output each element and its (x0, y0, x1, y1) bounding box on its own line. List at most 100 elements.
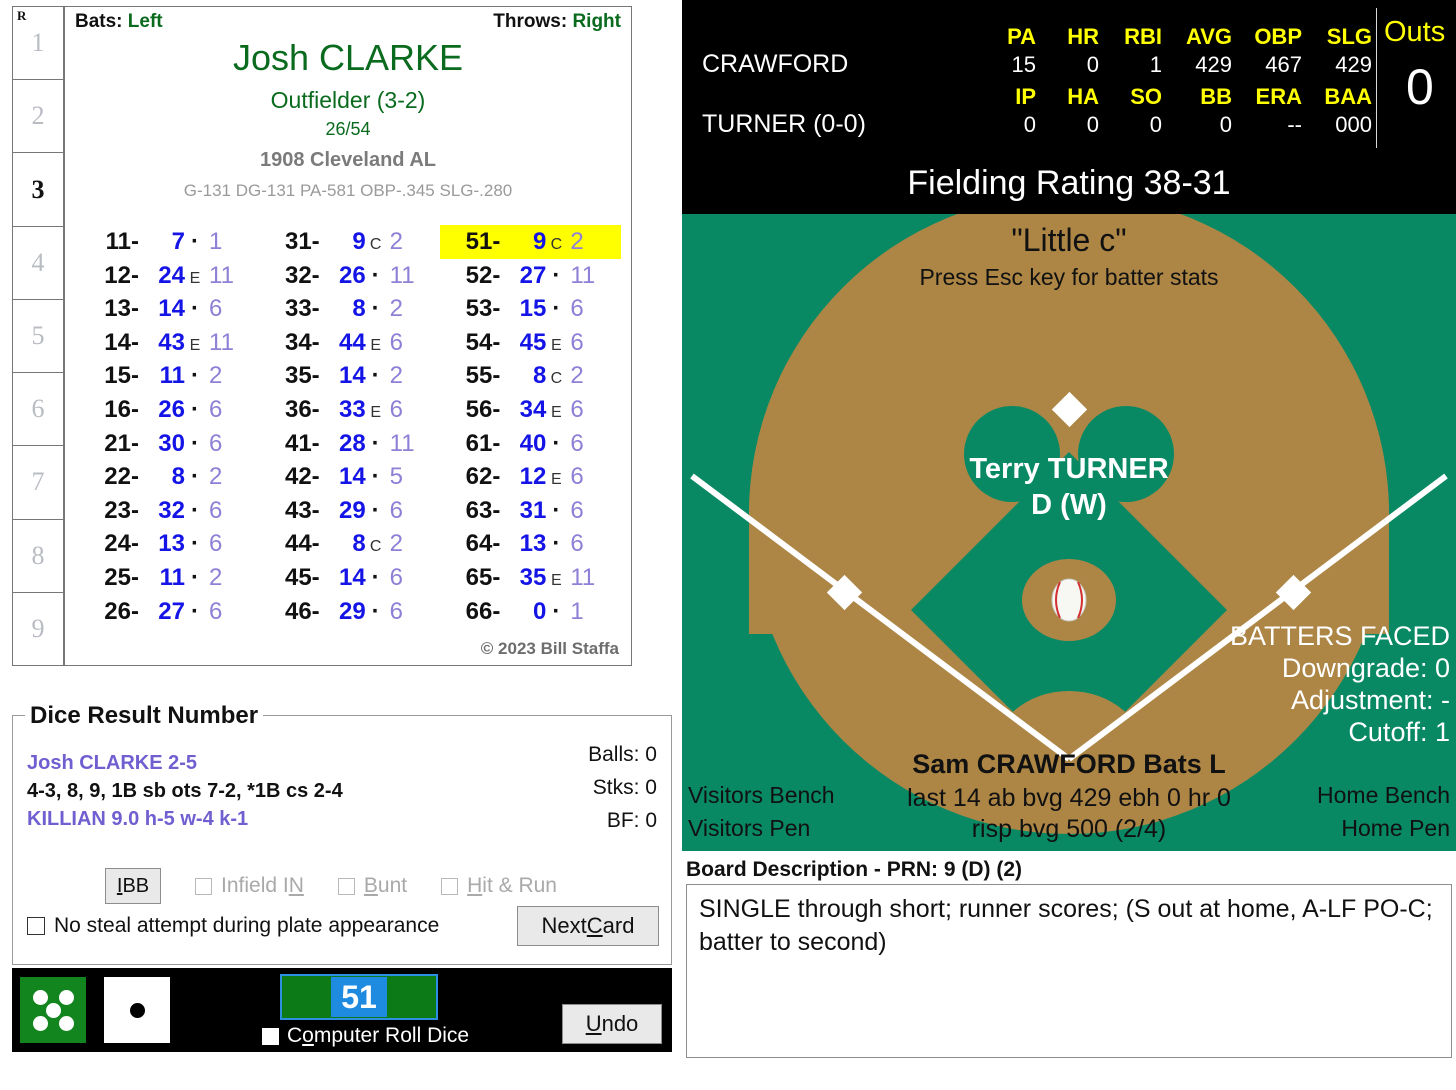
dice-result-value: 27 (519, 261, 547, 289)
dice-result-table: 11-7 · 1 12-24 E 11 13-14 · 6 14-43 E 11 15-11 · 2 16-2… (79, 225, 622, 629)
green-die[interactable] (20, 977, 86, 1043)
dice-row-dash: - (311, 530, 320, 558)
baseball-field[interactable]: "Little c" Press Esc key for batter stat… (682, 214, 1456, 851)
inning-number: 8 (31, 540, 45, 570)
dice-table-row[interactable]: 55- 8 C 2 (440, 359, 621, 393)
dice-table-row[interactable]: 25-11 · 2 (79, 561, 260, 595)
inning-cell-9[interactable]: 9 (13, 593, 63, 665)
computer-roll-dice-checkbox[interactable]: Computer Roll Dice (262, 1024, 469, 1048)
ibb-button[interactable]: I BB (105, 868, 161, 904)
dice-table-row[interactable]: 45-14 · 6 (260, 561, 441, 595)
dice-table-row[interactable]: 46-29 · 6 (260, 595, 441, 629)
batters-faced-block: BATTERS FACED Downgrade: 0 Adjustment: -… (1230, 620, 1450, 748)
little-c-label: "Little c" (1011, 222, 1127, 258)
dice-table-row[interactable]: 35-14 · 2 (260, 359, 441, 393)
dice-result-subvalue: 6 (389, 563, 404, 591)
inning-cell-1[interactable]: 1 (13, 7, 63, 81)
dice-roll-key: 62 (465, 463, 493, 491)
visitors-bench-link[interactable]: Visitors Bench (688, 782, 835, 809)
inning-cell-6[interactable]: 6 (13, 373, 63, 447)
dice-table-row[interactable]: 34-44 E 6 (260, 326, 441, 360)
next-card-accel: C (586, 913, 603, 938)
left-panel: R 123456789 Bats: Left Throws: Right Jos… (0, 0, 680, 1090)
dice-table-row[interactable]: 53-15 · 6 (440, 292, 621, 326)
dice-table-row[interactable]: 41-28 · 11 (260, 427, 441, 461)
dice-table-row[interactable]: 16-26 · 6 (79, 393, 260, 427)
pitcher-stat-value-so: 0 (1149, 112, 1162, 137)
dice-result-value: 11 (159, 563, 185, 591)
dice-table-row[interactable]: 42-14 · 5 (260, 460, 441, 494)
dice-row-dash: - (492, 395, 501, 423)
dice-table-row[interactable]: 56-34 E 6 (440, 393, 621, 427)
dice-table-row[interactable]: 61-40 · 6 (440, 427, 621, 461)
dice-table-row[interactable]: 63-31 · 6 (440, 494, 621, 528)
dice-table-row[interactable]: 26-27 · 6 (79, 595, 260, 629)
bunt-box (337, 877, 355, 895)
visitors-pen-link[interactable]: Visitors Pen (688, 815, 810, 842)
dice-table-row[interactable]: 43-29 · 6 (260, 494, 441, 528)
dice-table-row[interactable]: 66- 0 · 1 (440, 595, 621, 629)
bunt-checkbox[interactable]: Bunt (337, 874, 407, 898)
next-card-button[interactable]: Next Card (517, 906, 659, 946)
dice-table-row[interactable]: 51- 9 C 2 (440, 225, 622, 259)
dice-row-dash: - (131, 395, 139, 423)
dice-roll-key: 46 (284, 597, 312, 625)
dice-result-batter-line: Josh CLARKE 2-5 (27, 752, 198, 774)
inning-cell-7[interactable]: 7 (13, 446, 63, 520)
player-position: Outfielder (3-2) (270, 87, 426, 113)
strikes-count: Stks: 0 (592, 776, 657, 799)
dice-table-row[interactable]: 21-30 · 6 (79, 427, 260, 461)
dice-table-row[interactable]: 31- 9 C 2 (260, 225, 441, 259)
dice-table-row[interactable]: 12-24 E 11 (79, 259, 260, 293)
infield-in-checkbox[interactable]: Infield IN (195, 874, 304, 898)
dice-table-row[interactable]: 22- 8 · 2 (79, 460, 260, 494)
dice-table-column-3: 51-9 C 2 52-27 · 11 53-15 · 6 54-45 E 6 55-8 C 2 56-34 E… (440, 225, 622, 629)
dice-result-subvalue: 2 (209, 463, 223, 491)
white-die[interactable] (104, 977, 170, 1043)
inning-cell-5[interactable]: 5 (13, 300, 63, 374)
inning-cell-2[interactable]: 2 (13, 80, 63, 154)
inning-cell-8[interactable]: 8 (13, 520, 63, 593)
dice-result-subvalue: 11 (209, 328, 234, 356)
dice-table-row[interactable]: 23-32 · 6 (79, 494, 260, 528)
dice-result-value: 26 (338, 261, 366, 289)
dice-result-value: 11 (159, 362, 185, 390)
dice-table-row[interactable]: 62-12 E 6 (440, 460, 621, 494)
hit-and-run-checkbox[interactable]: Hit & Run (441, 874, 557, 898)
dice-table-row[interactable]: 24-13 · 6 (79, 527, 260, 561)
dice-table-row[interactable]: 13-14 · 6 (79, 292, 260, 326)
dice-row-dash: - (131, 563, 139, 591)
bunt-accel: B (363, 874, 378, 897)
dice-row-dash: - (311, 429, 320, 457)
undo-button[interactable]: Undo (562, 1004, 662, 1044)
dice-table-row[interactable]: 15-11 · 2 (79, 359, 260, 393)
dice-table-row[interactable]: 14-43 E 11 (79, 326, 260, 360)
inning-strip: R 123456789 (12, 6, 64, 666)
dice-table-row[interactable]: 44- 8 C 2 (260, 527, 441, 561)
dice-table-row[interactable]: 11- 7 · 1 (79, 225, 260, 259)
right-panel: PA HR RBI AVG OBP SLG 15 0 1 429 467 429 IP HA SO BB ERA… (682, 0, 1456, 1090)
dice-table-row[interactable]: 64-13 · 6 (440, 527, 621, 561)
dice-result-modifier: E (370, 336, 381, 354)
home-bench-link[interactable]: Home Bench (1317, 782, 1450, 809)
player-name: Josh CLARKE (232, 37, 464, 78)
home-pen-link[interactable]: Home Pen (1341, 815, 1450, 842)
inning-cell-4[interactable]: 4 (13, 227, 63, 300)
dice-result-value: 8 (352, 530, 366, 558)
dice-roll-key: 51 (465, 228, 493, 255)
ibb-rest: BB (122, 874, 150, 897)
dice-table-row[interactable]: 54-45 E 6 (440, 326, 621, 360)
dice-table-row[interactable]: 32-26 · 11 (260, 259, 441, 293)
pitcher-stat-value-baa: 000 (1335, 112, 1372, 137)
pitcher-stat-value-era: -- (1287, 112, 1302, 137)
pitcher-stat-header-era: ERA (1255, 84, 1302, 109)
dice-result-modifier: · (191, 429, 199, 457)
roll-result-display: 51 (280, 974, 438, 1020)
no-steal-checkbox[interactable]: No steal attempt during plate appearance (27, 914, 439, 938)
dice-result-subvalue: 2 (209, 563, 223, 591)
inning-cell-3[interactable]: 3 (13, 153, 63, 227)
dice-table-row[interactable]: 65-35 E 11 (440, 561, 621, 595)
dice-table-row[interactable]: 36-33 E 6 (260, 393, 441, 427)
dice-table-row[interactable]: 52-27 · 11 (440, 259, 621, 293)
dice-table-row[interactable]: 33- 8 · 2 (260, 292, 441, 326)
